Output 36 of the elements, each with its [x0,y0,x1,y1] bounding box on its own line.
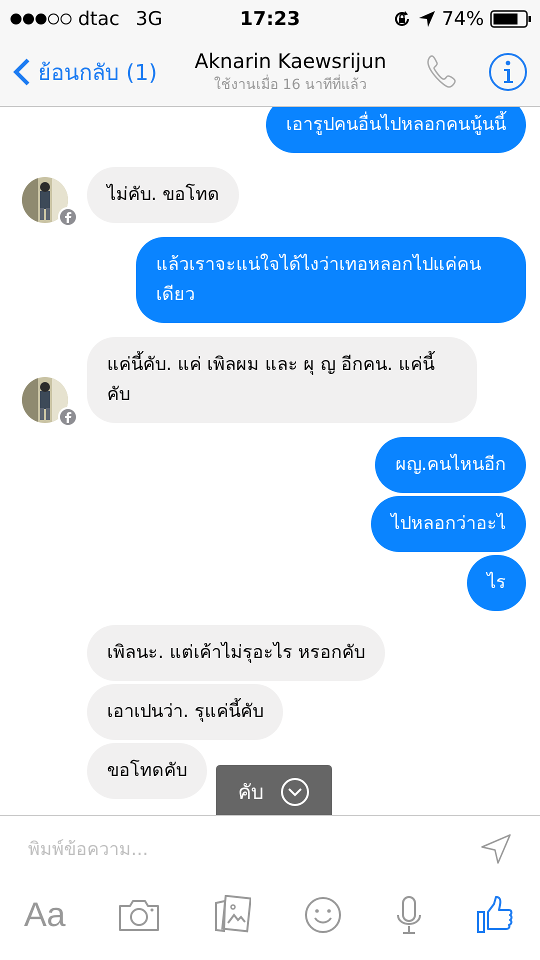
info-icon[interactable] [488,52,528,92]
received-message: ไม่คับ. ขอโทด [87,167,240,223]
sent-message: ผญ.คนไหนอีก [375,437,526,493]
sent-message: ไร [467,555,526,611]
send-icon[interactable] [480,833,512,865]
avatar [22,177,68,223]
avatar [22,377,68,423]
received-message: เพิลนะ. แต่เค้าไม่รุอะไร หรอกคับ [87,625,386,681]
sent-message: เอารูปคนอื่นไปหลอกคนนู้นนี้ [266,107,526,153]
clock: 17:23 [240,8,300,30]
smiley-icon[interactable] [304,896,342,934]
facebook-badge-icon [58,407,78,427]
sent-message: แล้วเราจะแน่ใจได้ไงว่าเทอหลอกไปแค่คนเดียว [136,237,526,323]
facebook-badge-icon [58,207,78,227]
message-field[interactable]: พิมพ์ข้อความ... [26,838,470,860]
sent-message: ไปหลอกว่าอะไ [371,496,526,552]
like-icon[interactable] [476,896,514,934]
last-active: ใช้งานเมื่อ 16 นาทีที่แล้ว [214,73,367,95]
microphone-icon[interactable] [395,895,424,935]
contact-name: Aknarin Kaewsrijun [194,49,386,73]
received-message: ขอโทดคับ [87,743,207,799]
battery-percent: 74% [442,8,484,30]
signal-icon [10,13,72,25]
network-type: 3G [136,8,162,30]
text-size-button[interactable]: Aa [24,896,66,934]
received-message: เอาเปนว่า. รุแค่นี้คับ [87,684,284,740]
location-arrow-icon [418,10,436,28]
new-message-button[interactable]: คับ [216,765,332,815]
chevron-down-icon [280,777,310,807]
received-message: แค่นี้คับ. แค่ เพิลผม และ ผุ ญ อีกคน. แค่นี้ คับ [87,337,477,423]
battery-icon [490,10,532,28]
photos-icon[interactable] [213,895,252,935]
camera-icon[interactable] [118,898,160,932]
back-chevron-icon [12,57,32,87]
carrier: dtac [78,8,120,30]
back-button[interactable]: ย้อนกลับ (1) [12,54,158,90]
